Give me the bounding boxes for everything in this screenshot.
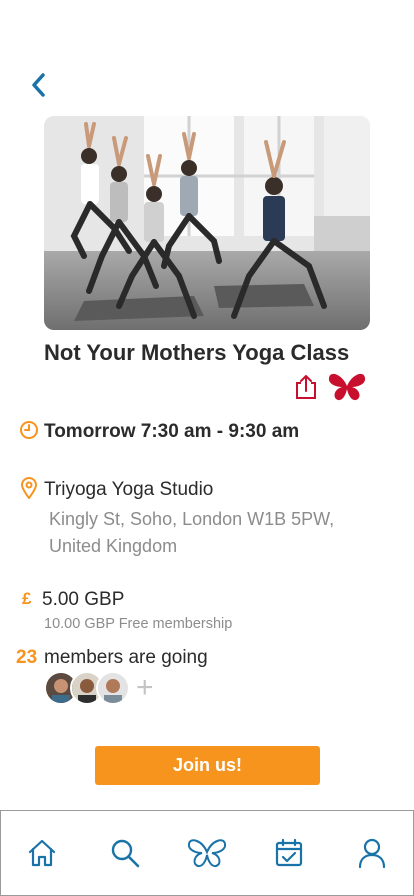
event-time: Tomorrow 7:30 am - 9:30 am	[44, 421, 300, 442]
event-title: Not Your Mothers Yoga Class	[44, 340, 350, 365]
plus-icon[interactable]: +	[136, 673, 154, 703]
map-pin-icon	[20, 477, 38, 499]
going-count: 23	[16, 647, 38, 668]
user-icon	[358, 838, 385, 869]
butterfly-icon	[328, 373, 366, 401]
currency-symbol: £	[22, 589, 32, 608]
back-button[interactable]	[24, 70, 52, 100]
share-button[interactable]	[294, 374, 318, 400]
tab-search[interactable]	[100, 828, 150, 878]
share-icon	[296, 375, 316, 399]
join-button[interactable]: Join us!	[95, 746, 320, 785]
search-icon	[111, 839, 139, 868]
tab-home[interactable]	[17, 828, 67, 878]
event-hero-image	[44, 116, 370, 330]
favorite-button[interactable]	[328, 372, 366, 402]
tab-profile[interactable]	[347, 828, 397, 878]
bottom-tab-bar	[0, 810, 414, 896]
calendar-check-icon	[276, 838, 303, 867]
home-icon	[29, 839, 56, 867]
membership-note: 10.00 GBP Free membership	[44, 616, 233, 632]
chevron-left-icon	[32, 73, 45, 97]
event-price: 5.00 GBP	[42, 589, 125, 610]
attendee-avatars[interactable]: +	[44, 671, 154, 705]
going-label: members are going	[44, 647, 208, 668]
venue-name: Triyoga Yoga Studio	[44, 479, 214, 500]
tab-calendar[interactable]	[264, 828, 314, 878]
butterfly-icon	[187, 839, 226, 868]
tab-community[interactable]	[182, 828, 232, 878]
clock-icon	[20, 421, 38, 439]
venue-address[interactable]: Kingly St, Soho, London W1B 5PW, United …	[49, 506, 379, 560]
avatar[interactable]	[96, 671, 130, 705]
